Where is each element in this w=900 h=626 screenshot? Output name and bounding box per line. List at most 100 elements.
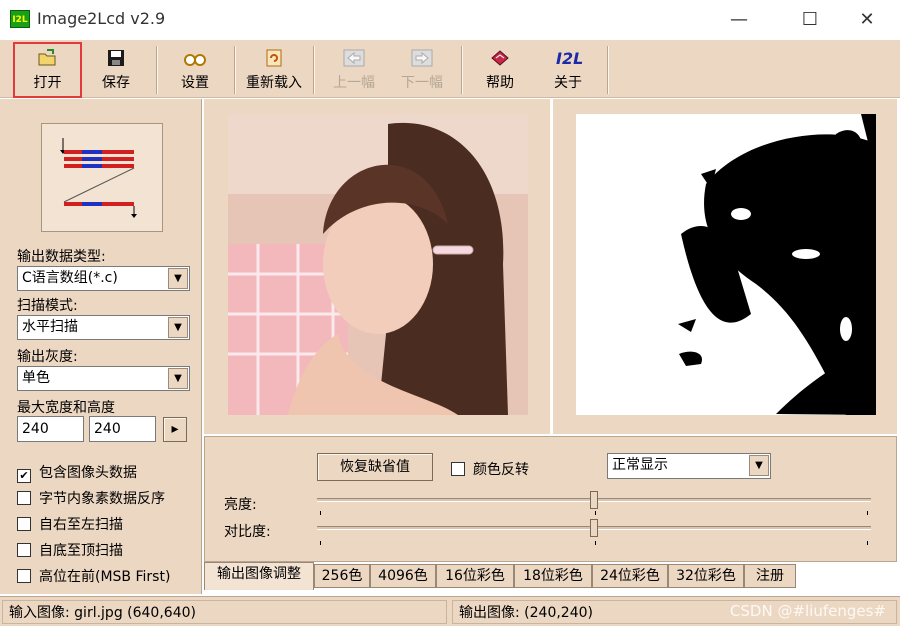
open-button[interactable]: 打开	[13, 42, 82, 98]
settings-label: 设置	[181, 75, 209, 91]
tick-mark	[320, 541, 321, 545]
tab-5[interactable]: 24位彩色	[592, 564, 668, 588]
watermark: CSDN @#liufenges#	[729, 602, 886, 620]
settings-panel: 输出数据类型: C语言数组(*.c) ▼ 扫描模式: 水平扫描 ▼ 输出灰度: …	[0, 99, 202, 594]
contrast-slider-thumb[interactable]	[590, 519, 598, 537]
image-adjust-panel: 恢复缺省值 颜色反转 正常显示 ▼ 亮度: 对比度:	[204, 436, 897, 562]
tab-1[interactable]: 256色	[314, 564, 370, 588]
invert-colors-label: 颜色反转	[473, 462, 529, 478]
about-button[interactable]: I2L 关于	[540, 44, 596, 96]
checkmark-icon[interactable]: ✔	[17, 469, 31, 483]
brightness-label: 亮度:	[224, 497, 257, 513]
checkbox-box[interactable]	[451, 462, 465, 476]
tick-mark	[595, 541, 596, 545]
help-book-icon	[488, 48, 512, 70]
title-bar: I2L Image2Lcd v2.9 — ☐ ✕	[0, 0, 900, 40]
about-label: 关于	[554, 75, 582, 91]
restore-defaults-button[interactable]: 恢复缺省值	[317, 453, 433, 481]
gray-level-value: 单色	[22, 370, 50, 386]
i2l-logo-icon: I2L	[556, 49, 584, 68]
right-arrow-icon	[410, 48, 434, 70]
help-label: 帮助	[486, 75, 514, 91]
checkbox-box[interactable]	[17, 543, 31, 557]
toolbar-separator	[607, 46, 609, 94]
maximize-button[interactable]: ☐	[787, 6, 833, 34]
scan-mode-label: 扫描模式:	[17, 298, 78, 314]
input-image-status: 输入图像: girl.jpg (640,640)	[2, 600, 447, 624]
option-checkbox[interactable]: 高位在前(MSB First)	[17, 566, 170, 586]
close-button[interactable]: ✕	[844, 6, 890, 34]
option-label: 自底至顶扫描	[39, 543, 123, 559]
gray-level-label: 输出灰度:	[17, 349, 78, 365]
previous-image-label: 上一幅	[333, 75, 375, 91]
option-label: 高位在前(MSB First)	[39, 569, 171, 585]
reload-icon	[262, 48, 286, 70]
tab-3[interactable]: 16位彩色	[436, 564, 514, 588]
tab-7[interactable]: 注册	[744, 564, 796, 588]
option-checkbox[interactable]: 自右至左扫描	[17, 514, 123, 534]
previous-image-button[interactable]: 上一幅	[326, 44, 382, 96]
input-image-preview	[228, 114, 528, 415]
chevron-down-icon[interactable]: ▼	[749, 455, 769, 476]
output-image-preview	[576, 114, 876, 415]
output-type-label: 输出数据类型:	[17, 249, 106, 265]
scan-mode-preview	[41, 123, 163, 232]
left-arrow-icon	[342, 48, 366, 70]
contrast-label: 对比度:	[224, 524, 271, 540]
tab-0[interactable]: 输出图像调整	[204, 562, 314, 590]
tab-2[interactable]: 4096色	[370, 564, 436, 588]
chevron-down-icon[interactable]: ▼	[168, 368, 188, 389]
display-mode-select[interactable]: 正常显示 ▼	[607, 453, 771, 479]
apply-size-button[interactable]: ▸	[163, 417, 187, 442]
option-label: 自右至左扫描	[39, 517, 123, 533]
help-button[interactable]: 帮助	[472, 44, 528, 96]
reload-button[interactable]: 重新载入	[243, 44, 305, 96]
tab-6[interactable]: 32位彩色	[668, 564, 744, 588]
checkbox-box[interactable]	[17, 491, 31, 505]
open-label: 打开	[33, 75, 62, 91]
glasses-icon	[183, 48, 207, 70]
gray-level-select[interactable]: 单色 ▼	[17, 366, 190, 391]
option-checkbox[interactable]: 自底至顶扫描	[17, 540, 123, 560]
option-checkbox[interactable]: 字节内象素数据反序	[17, 488, 165, 508]
toolbar-separator	[156, 46, 158, 94]
checkbox-box[interactable]	[17, 517, 31, 531]
minimize-button[interactable]: —	[716, 6, 762, 34]
tick-mark	[867, 541, 868, 545]
save-button[interactable]: 保存	[88, 44, 144, 96]
toolbar-separator	[313, 46, 315, 94]
display-mode-value: 正常显示	[612, 457, 668, 473]
save-label: 保存	[102, 75, 130, 91]
tick-mark	[867, 511, 868, 515]
scan-mode-value: 水平扫描	[22, 319, 78, 335]
toolbar: 打开 保存 设置 重新载入 上一幅 下一幅 帮助 I2L 关于	[0, 40, 900, 98]
scan-mode-select[interactable]: 水平扫描 ▼	[17, 315, 190, 340]
max-height-input[interactable]: 240	[89, 416, 156, 442]
status-bar: 输入图像: girl.jpg (640,640) 输出图像: (240,240)…	[0, 596, 900, 626]
next-image-button[interactable]: 下一幅	[394, 44, 450, 96]
option-label: 包含图像头数据	[39, 465, 137, 481]
tab-4[interactable]: 18位彩色	[514, 564, 592, 588]
option-checkbox[interactable]: ✔ 包含图像头数据	[17, 462, 137, 483]
max-size-label: 最大宽度和高度	[17, 400, 115, 416]
checkbox-box[interactable]	[17, 569, 31, 583]
settings-button[interactable]: 设置	[167, 44, 223, 96]
tick-mark	[320, 511, 321, 515]
output-type-value: C语言数组(*.c)	[22, 270, 118, 286]
invert-colors-checkbox[interactable]: 颜色反转	[451, 459, 529, 479]
scan-direction-diagram	[60, 138, 137, 218]
toolbar-separator	[234, 46, 236, 94]
window-title: Image2Lcd v2.9	[37, 9, 166, 28]
tick-mark	[595, 511, 596, 515]
app-icon: I2L	[10, 10, 30, 28]
next-image-label: 下一幅	[401, 75, 443, 91]
option-label: 字节内象素数据反序	[39, 491, 165, 507]
reload-label: 重新载入	[246, 75, 302, 91]
floppy-disk-icon	[104, 48, 128, 70]
chevron-down-icon[interactable]: ▼	[168, 317, 188, 338]
toolbar-separator	[461, 46, 463, 94]
chevron-down-icon[interactable]: ▼	[168, 268, 188, 289]
brightness-slider-thumb[interactable]	[590, 491, 598, 509]
max-width-input[interactable]: 240	[17, 416, 84, 442]
output-type-select[interactable]: C语言数组(*.c) ▼	[17, 266, 190, 291]
